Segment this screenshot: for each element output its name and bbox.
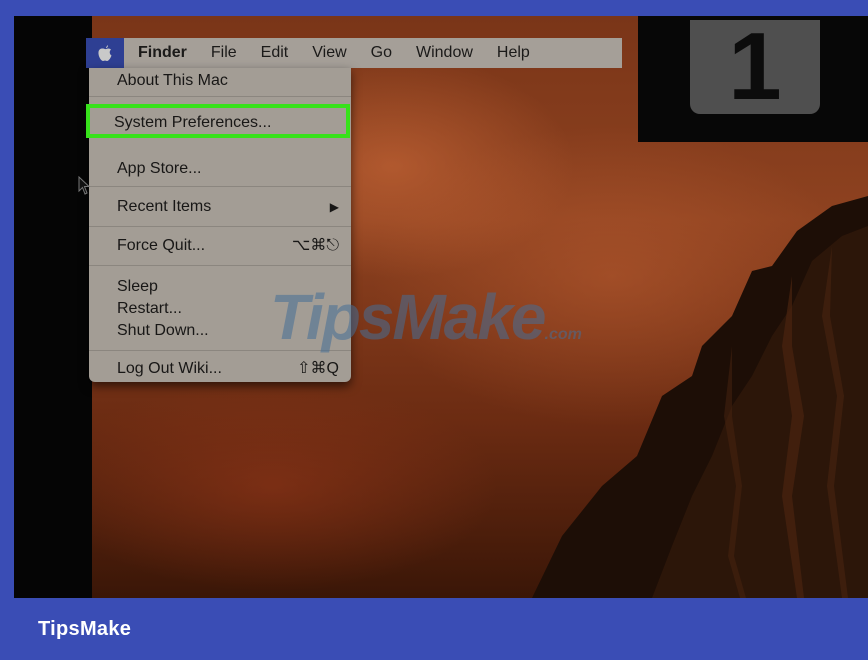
menu-separator	[89, 96, 351, 97]
footer-brand: TipsMake	[38, 618, 132, 640]
menu-view[interactable]: View	[300, 38, 358, 68]
menu-help[interactable]: Help	[485, 38, 542, 68]
step-panel: 1	[638, 16, 868, 142]
apple-logo-icon	[98, 45, 112, 61]
menu-item-recent-items[interactable]: Recent Items ▶	[117, 196, 339, 218]
menu-item-label: About This Mac	[117, 72, 228, 89]
apple-menu-button[interactable]	[86, 38, 124, 68]
menu-go[interactable]: Go	[359, 38, 404, 68]
menu-separator	[89, 265, 351, 266]
watermark-suffix: .com	[544, 326, 582, 343]
menu-item-force-quit[interactable]: Force Quit... ⌥⌘⎋	[117, 235, 339, 257]
menu-item-label: Shut Down...	[117, 322, 209, 339]
mouse-pointer-icon	[78, 176, 91, 195]
menu-item-system-preferences[interactable]: System Preferences...	[86, 104, 350, 138]
log-out-shortcut: ⇧⌘Q	[297, 360, 339, 377]
menu-item-about-this-mac[interactable]: About This Mac	[117, 70, 339, 92]
menu-window[interactable]: Window	[404, 38, 485, 68]
menu-item-label: System Preferences...	[114, 114, 272, 131]
menu-item-label: App Store...	[117, 160, 202, 177]
menu-separator	[89, 186, 351, 187]
force-quit-shortcut: ⌥⌘⎋	[291, 237, 339, 254]
menu-item-log-out[interactable]: Log Out Wiki... ⇧⌘Q	[117, 358, 339, 380]
menu-item-label: Force Quit...	[117, 237, 206, 254]
menu-separator	[89, 226, 351, 227]
menu-file[interactable]: File	[199, 38, 249, 68]
menu-item-label: Restart...	[117, 300, 182, 317]
watermark: TipsMake.com	[270, 280, 582, 354]
menu-item-app-store[interactable]: App Store...	[117, 158, 339, 180]
step-number: 1	[728, 16, 782, 120]
menu-bar: Finder File Edit View Go Window Help	[86, 38, 622, 68]
step-badge: 1	[690, 16, 820, 120]
menu-item-label: Sleep	[117, 278, 158, 295]
menu-item-label: Recent Items	[117, 198, 212, 215]
menu-finder[interactable]: Finder	[124, 38, 199, 68]
submenu-arrow-icon: ▶	[329, 200, 339, 214]
menu-item-label: Log Out Wiki...	[117, 360, 222, 377]
watermark-text: TipsMake	[270, 281, 546, 353]
menu-edit[interactable]: Edit	[249, 38, 301, 68]
